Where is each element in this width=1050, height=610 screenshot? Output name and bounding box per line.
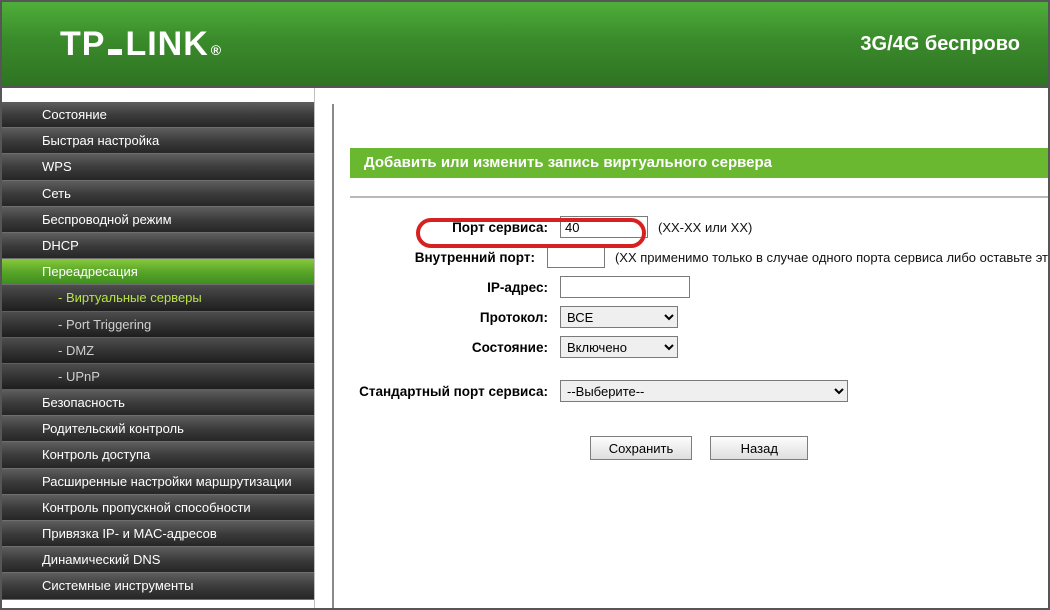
sidebar-sub-port-triggering[interactable]: - Port Triggering bbox=[2, 312, 314, 338]
sidebar-item-quicksetup[interactable]: Быстрая настройка bbox=[2, 128, 314, 154]
header-title: 3G/4G беспрово bbox=[860, 33, 1020, 56]
sidebar-sub-virtual-servers[interactable]: - Виртуальные серверы bbox=[2, 285, 314, 311]
sidebar-item-access-control[interactable]: Контроль доступа bbox=[2, 442, 314, 468]
brand-part-a: TP bbox=[60, 25, 105, 64]
sidebar-item-wps[interactable]: WPS bbox=[2, 154, 314, 180]
brand-part-b: LINK bbox=[125, 25, 208, 64]
virtual-server-form: Порт сервиса: (XX-XX или XX) Внутренний … bbox=[350, 212, 1048, 406]
sidebar-item-security[interactable]: Безопасность bbox=[2, 390, 314, 416]
save-button[interactable]: Сохранить bbox=[590, 436, 693, 460]
sidebar-sub-dmz[interactable]: - DMZ bbox=[2, 338, 314, 364]
label-protocol: Протокол: bbox=[350, 310, 560, 325]
label-internal-port: Внутренний порт: bbox=[350, 250, 547, 265]
sidebar-item-ddns[interactable]: Динамический DNS bbox=[2, 547, 314, 573]
protocol-select[interactable]: ВСЕ bbox=[560, 306, 678, 328]
label-status: Состояние: bbox=[350, 340, 560, 355]
status-select[interactable]: Включено bbox=[560, 336, 678, 358]
brand-logo: TP LINK ® bbox=[60, 25, 222, 64]
hint-service-port: (XX-XX или XX) bbox=[658, 220, 752, 235]
sidebar-item-dhcp[interactable]: DHCP bbox=[2, 233, 314, 259]
sidebar-item-forwarding[interactable]: Переадресация bbox=[2, 259, 314, 285]
sidebar-item-ip-mac-bind[interactable]: Привязка IP- и MAC-адресов bbox=[2, 521, 314, 547]
internal-port-input[interactable] bbox=[547, 246, 605, 268]
sidebar-item-routing[interactable]: Расширенные настройки маршрутизации bbox=[2, 469, 314, 495]
brand-dash-icon bbox=[108, 49, 122, 55]
sidebar-item-wireless[interactable]: Беспроводной режим bbox=[2, 207, 314, 233]
main-panel: Добавить или изменить запись виртуальног… bbox=[314, 88, 1048, 608]
sidebar: Состояние Быстрая настройка WPS Сеть Бес… bbox=[2, 88, 314, 608]
label-std-port: Стандартный порт сервиса: bbox=[350, 384, 560, 399]
ip-address-input[interactable] bbox=[560, 276, 690, 298]
service-port-input[interactable] bbox=[560, 216, 648, 238]
sidebar-item-network[interactable]: Сеть bbox=[2, 181, 314, 207]
button-row: Сохранить Назад bbox=[350, 436, 1048, 460]
page-title: Добавить или изменить запись виртуальног… bbox=[350, 148, 1048, 178]
sidebar-item-parental[interactable]: Родительский контроль bbox=[2, 416, 314, 442]
hint-internal-port: (XX применимо только в случае одного пор… bbox=[615, 250, 1048, 265]
back-button[interactable]: Назад bbox=[710, 436, 808, 460]
std-port-select[interactable]: --Выберите-- bbox=[560, 380, 848, 402]
sidebar-item-system-tools[interactable]: Системные инструменты bbox=[2, 573, 314, 599]
divider bbox=[350, 196, 1048, 198]
sidebar-item-status[interactable]: Состояние bbox=[2, 102, 314, 128]
app-header: TP LINK ® 3G/4G беспрово bbox=[2, 2, 1048, 88]
sidebar-sub-upnp[interactable]: - UPnP bbox=[2, 364, 314, 390]
label-ip: IP-адрес: bbox=[350, 280, 560, 295]
brand-reg-icon: ® bbox=[211, 42, 222, 58]
sidebar-item-bandwidth[interactable]: Контроль пропускной способности bbox=[2, 495, 314, 521]
label-service-port: Порт сервиса: bbox=[350, 220, 560, 235]
